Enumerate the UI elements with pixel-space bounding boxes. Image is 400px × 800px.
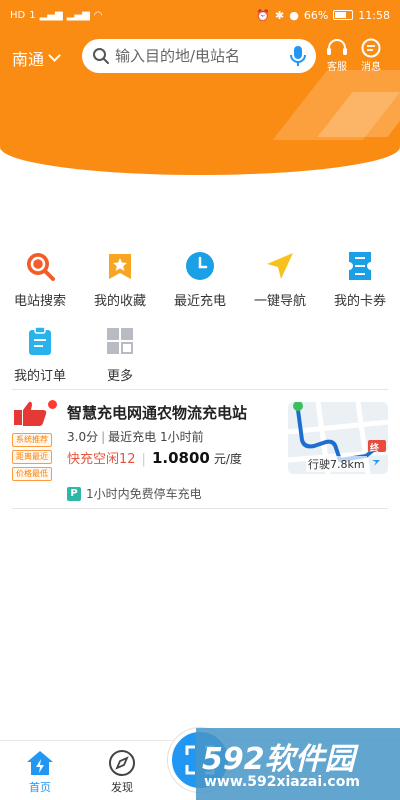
fast-charge-status: 快充空闲12: [67, 452, 136, 467]
menu-item-navigation[interactable]: 一键导航: [240, 250, 320, 309]
more-icon: [107, 328, 133, 354]
thumbs-up-icon: [14, 401, 47, 426]
wifi-icon: ◠: [93, 9, 103, 21]
location-icon: ●: [289, 8, 299, 22]
menu-label: 我的订单: [13, 369, 66, 384]
menu-label: 一键导航: [253, 294, 306, 309]
battery-icon: [333, 10, 354, 20]
favorites-icon: [109, 254, 131, 279]
price-unit: 元/度: [213, 452, 242, 466]
bluetooth-icon: ✱: [275, 8, 285, 22]
menu-label: 我的卡券: [333, 294, 386, 309]
route-map-thumbnail[interactable]: 终 行驶7.8km: [288, 402, 388, 474]
station-rating: 3.0分: [67, 430, 99, 444]
menu-label: 最近充电: [173, 294, 226, 309]
menu-label: 更多: [106, 369, 133, 384]
tag-cheapest: 价格最低: [12, 467, 52, 481]
orders-icon: [29, 326, 51, 355]
microphone-icon[interactable]: [290, 45, 306, 67]
alarm-icon: ⏰: [256, 8, 271, 22]
parking-label: 1小时内免费停车充电: [86, 487, 202, 501]
messages-button[interactable]: 消息: [360, 38, 382, 73]
city-selector[interactable]: 南通: [12, 46, 61, 70]
tab-home-label: 首页: [29, 781, 51, 794]
driving-distance: 行驶7.8km: [306, 456, 367, 472]
station-card[interactable]: 系统推荐 距离最近 价格最低 智慧充电网通农物流充电站 3.0分 | 最近充电 1小…: [12, 390, 388, 510]
station-status: 快充空闲12 | 1.0800 元/度: [67, 449, 242, 467]
city-label: 南通: [12, 50, 45, 69]
hd-badge: HD: [10, 9, 26, 21]
divider: [12, 508, 388, 509]
parking-info: P 1小时内免费停车充电: [67, 485, 202, 502]
menu-item-recent-charge[interactable]: 最近充电: [160, 250, 240, 309]
map-end-marker: 终: [370, 444, 380, 454]
chevron-down-icon: [48, 49, 61, 62]
site-watermark: 592软件园 www.592xiazai.com: [196, 728, 400, 800]
watermark-url: www.592xiazai.com: [204, 774, 360, 790]
notification-dot: [48, 400, 57, 409]
signal-icon: ▂▄▆: [66, 9, 90, 21]
signal-icon: ▂▄▆: [39, 9, 63, 21]
home-icon: [27, 751, 53, 775]
compass-icon: [109, 750, 135, 776]
headset-icon: [327, 39, 347, 55]
tag-nearest: 距离最近: [12, 450, 52, 464]
navigation-icon: [267, 253, 293, 279]
recommend-badge: 系统推荐 距离最近 价格最低: [12, 400, 57, 481]
station-search-icon: [27, 253, 55, 281]
watermark-brand: 592软件园: [202, 742, 355, 777]
tab-discover[interactable]: 发现: [92, 749, 152, 795]
customer-service-label: 客服: [327, 62, 347, 73]
menu-label: 电站搜索: [13, 294, 66, 309]
message-icon: [361, 38, 381, 58]
search-input[interactable]: [115, 47, 285, 65]
station-name[interactable]: 智慧充电网通农物流充电站: [67, 402, 247, 423]
menu-item-favorites[interactable]: 我的收藏: [80, 250, 160, 309]
menu-item-orders[interactable]: 我的订单: [0, 325, 80, 384]
station-meta: 3.0分 | 最近充电 1小时前: [67, 430, 204, 444]
search-icon: [93, 48, 109, 64]
recent-charge-icon: [186, 252, 214, 280]
tab-discover-label: 发现: [111, 781, 133, 794]
search-bar[interactable]: [82, 39, 316, 73]
messages-label: 消息: [361, 62, 381, 73]
station-recent: 最近充电 1小时前: [108, 430, 204, 444]
status-bar: HD 1 ▂▄▆ ▂▄▆ ◠ ⏰ ✱ ● 66% 11:58: [0, 0, 400, 30]
sim-badge: 1: [29, 9, 36, 21]
menu-item-station-search[interactable]: 电站搜索: [0, 250, 80, 309]
menu-item-more[interactable]: 更多: [80, 325, 160, 384]
top-bar: 南通 客服: [0, 38, 400, 78]
tab-home[interactable]: 首页: [10, 749, 70, 795]
customer-service-button[interactable]: 客服: [326, 38, 348, 73]
menu-item-coupons[interactable]: 我的卡券: [320, 250, 400, 309]
coupon-icon: [349, 252, 371, 280]
clock: 11:58: [358, 8, 390, 22]
station-price: 1.0800: [151, 449, 210, 467]
parking-icon: P: [67, 486, 81, 501]
menu-label: 我的收藏: [93, 294, 146, 309]
battery-percent: 66%: [303, 8, 329, 22]
tag-recommended: 系统推荐: [12, 433, 52, 447]
